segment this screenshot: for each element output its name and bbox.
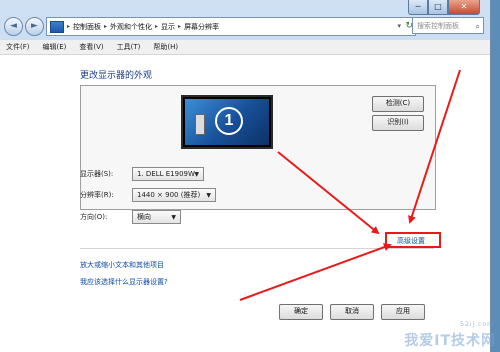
watermark-text: 我爱IT技术网: [404, 333, 496, 349]
arrow-middle: [277, 151, 380, 235]
watermark-url: 52ij.com: [460, 321, 494, 328]
annotation-arrows: [239, 69, 461, 301]
arrow-top-right: [408, 69, 461, 224]
arrow-bottom-left: [239, 243, 392, 301]
watermark: 52ij.com 我爱IT技术网: [404, 321, 496, 350]
